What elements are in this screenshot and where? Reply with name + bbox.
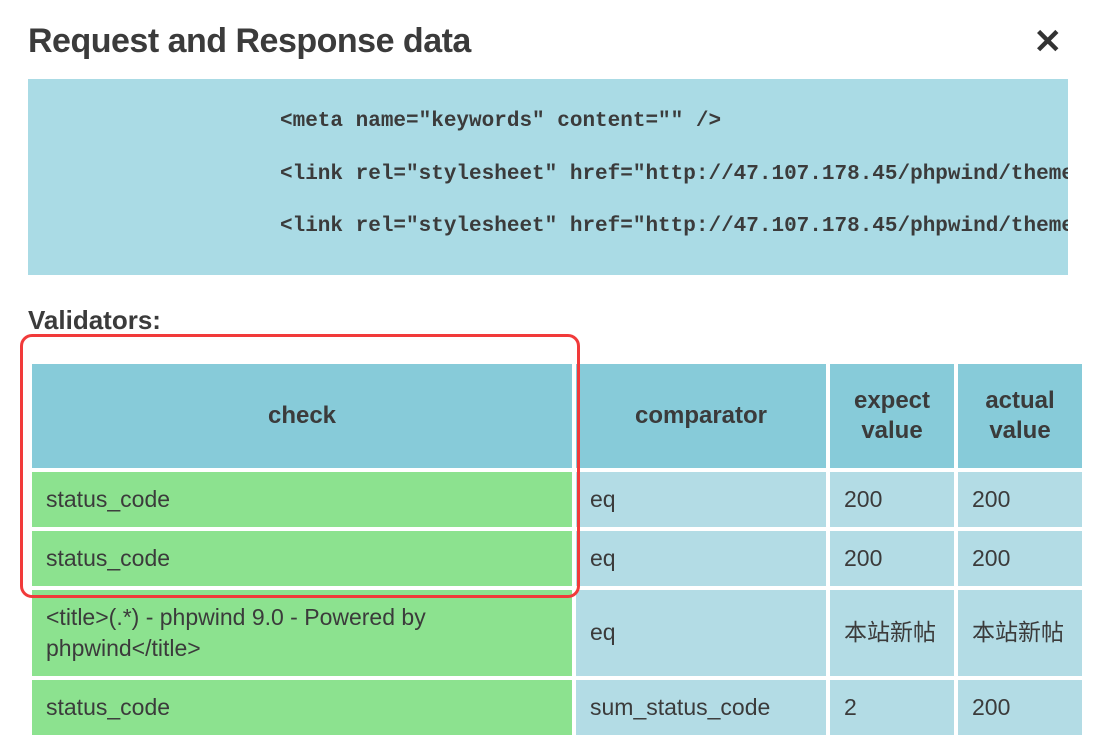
code-line: <link rel="stylesheet" href="http://47.1…: [28, 162, 1068, 188]
cell-actual-value: 200: [958, 472, 1082, 527]
table-row: status_code eq 200 200: [32, 472, 1082, 527]
cell-comparator: eq: [576, 531, 826, 586]
code-line: <link rel="stylesheet" href="http://47.1…: [28, 214, 1068, 240]
cell-expect-value: 200: [830, 472, 954, 527]
table-row: <title>(.*) - phpwind 9.0 - Powered by p…: [32, 590, 1082, 676]
cell-comparator: eq: [576, 590, 826, 676]
page-title: Request and Response data: [28, 22, 471, 61]
column-header-check: check: [32, 364, 572, 468]
cell-comparator: eq: [576, 472, 826, 527]
validators-table: check comparator expect value actual val…: [28, 360, 1086, 739]
cell-actual-value: 200: [958, 680, 1082, 735]
cell-actual-value: 200: [958, 531, 1082, 586]
cell-comparator: sum_status_code: [576, 680, 826, 735]
validators-heading: Validators:: [28, 305, 1068, 336]
cell-check: status_code: [32, 680, 572, 735]
cell-check: <title>(.*) - phpwind 9.0 - Powered by p…: [32, 590, 572, 676]
cell-expect-value: 本站新帖: [830, 590, 954, 676]
close-icon[interactable]: ✕: [1034, 25, 1069, 59]
code-line: <meta name="keywords" content="" />: [28, 109, 1068, 135]
cell-check: status_code: [32, 531, 572, 586]
column-header-expect-value: expect value: [830, 364, 954, 468]
column-header-actual-value: actual value: [958, 364, 1082, 468]
table-row: status_code eq 200 200: [32, 531, 1082, 586]
cell-check: status_code: [32, 472, 572, 527]
response-code-block: <meta name="keywords" content="" /> <lin…: [28, 79, 1068, 275]
column-header-comparator: comparator: [576, 364, 826, 468]
cell-expect-value: 2: [830, 680, 954, 735]
cell-expect-value: 200: [830, 531, 954, 586]
table-row: status_code sum_status_code 2 200: [32, 680, 1082, 735]
cell-actual-value: 本站新帖: [958, 590, 1082, 676]
